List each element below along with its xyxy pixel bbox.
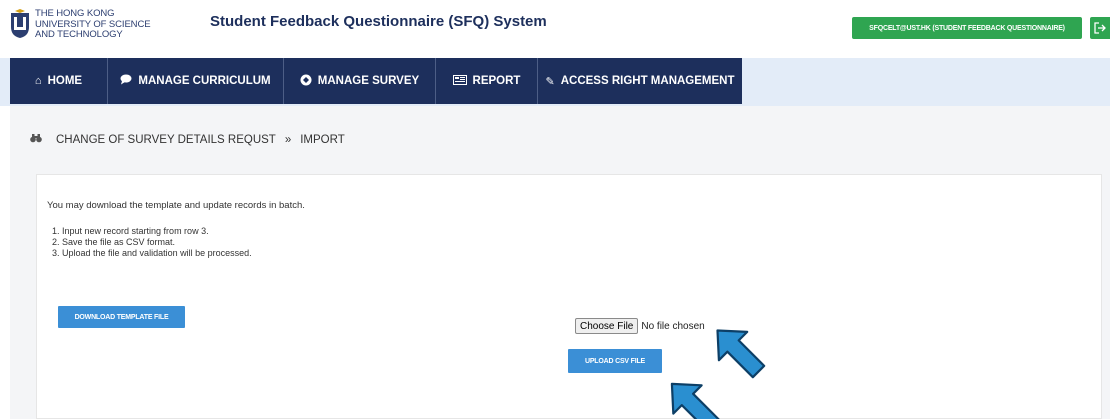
logout-icon (1094, 22, 1106, 34)
nav-item-label: MANAGE SURVEY (317, 75, 420, 87)
crest-icon (11, 9, 29, 38)
report-icon (452, 74, 467, 88)
step-item: 3. Upload the file and validation will b… (52, 248, 252, 258)
comment-icon (120, 74, 132, 88)
file-status: No file chosen (641, 320, 705, 332)
logo-line-1: THE HONG KONG (35, 8, 115, 19)
choose-file-button[interactable]: Choose File (575, 318, 639, 334)
home-icon: ⌂ (34, 75, 42, 87)
breadcrumb-item-current: IMPORT (300, 133, 345, 146)
step-item: 1. Input new record starting from row 3. (52, 226, 209, 236)
nav-item-manage-survey[interactable]: MANAGE SURVEY (284, 58, 436, 104)
university-logo[interactable]: THE HONG KONG UNIVERSITY OF SCIENCE AND … (9, 8, 151, 41)
file-input[interactable]: Choose File No file chosen (575, 318, 705, 334)
nav-item-label: HOME (47, 75, 83, 87)
nav-item-manage-curriculum[interactable]: MANAGE CURRICULUM (108, 58, 284, 104)
binoculars-icon (30, 133, 42, 146)
nav-item-label: MANAGE CURRICULUM (138, 75, 271, 87)
breadcrumb-item-parent[interactable]: CHANGE OF SURVEY DETAILS REQUST (56, 134, 276, 146)
main-nav: ⌂ HOME MANAGE CURRICULUM MANAGE SURVEY R… (10, 58, 742, 104)
breadcrumb-separator: » (284, 133, 292, 146)
logo-text: THE HONG KONG UNIVERSITY OF SCIENCE AND … (35, 8, 151, 41)
breadcrumb: CHANGE OF SURVEY DETAILS REQUST » IMPORT (30, 133, 345, 146)
header: THE HONG KONG UNIVERSITY OF SCIENCE AND … (0, 0, 1110, 58)
step-item: 2. Save the file as CSV format. (52, 237, 176, 247)
nav-item-access-right-management[interactable]: ✎ ACCESS RIGHT MANAGEMENT (538, 58, 742, 104)
nav-item-label: REPORT (472, 75, 521, 87)
pencil-icon: ✎ (545, 75, 555, 88)
upload-csv-button[interactable]: UPLOAD CSV FILE (568, 349, 662, 373)
app-title: Student Feedback Questionnaire (SFQ) Sys… (210, 13, 547, 30)
instruction-steps: 1. Input new record starting from row 3.… (52, 226, 252, 259)
nav-item-home[interactable]: ⌂ HOME (10, 58, 108, 104)
intro-text: You may download the template and update… (47, 200, 305, 211)
pointer-arrow-icon (670, 382, 720, 419)
logout-button[interactable] (1090, 17, 1110, 39)
nav-item-report[interactable]: REPORT (436, 58, 538, 104)
logo-line-3: AND TECHNOLOGY (35, 29, 123, 40)
nav-item-label: ACCESS RIGHT MANAGEMENT (560, 75, 735, 87)
user-badge[interactable]: SFQCELT@UST.HK (STUDENT FEEDBACK QUESTIO… (852, 17, 1082, 39)
download-template-button[interactable]: DOWNLOAD TEMPLATE FILE (58, 306, 185, 328)
survey-icon (300, 74, 312, 89)
